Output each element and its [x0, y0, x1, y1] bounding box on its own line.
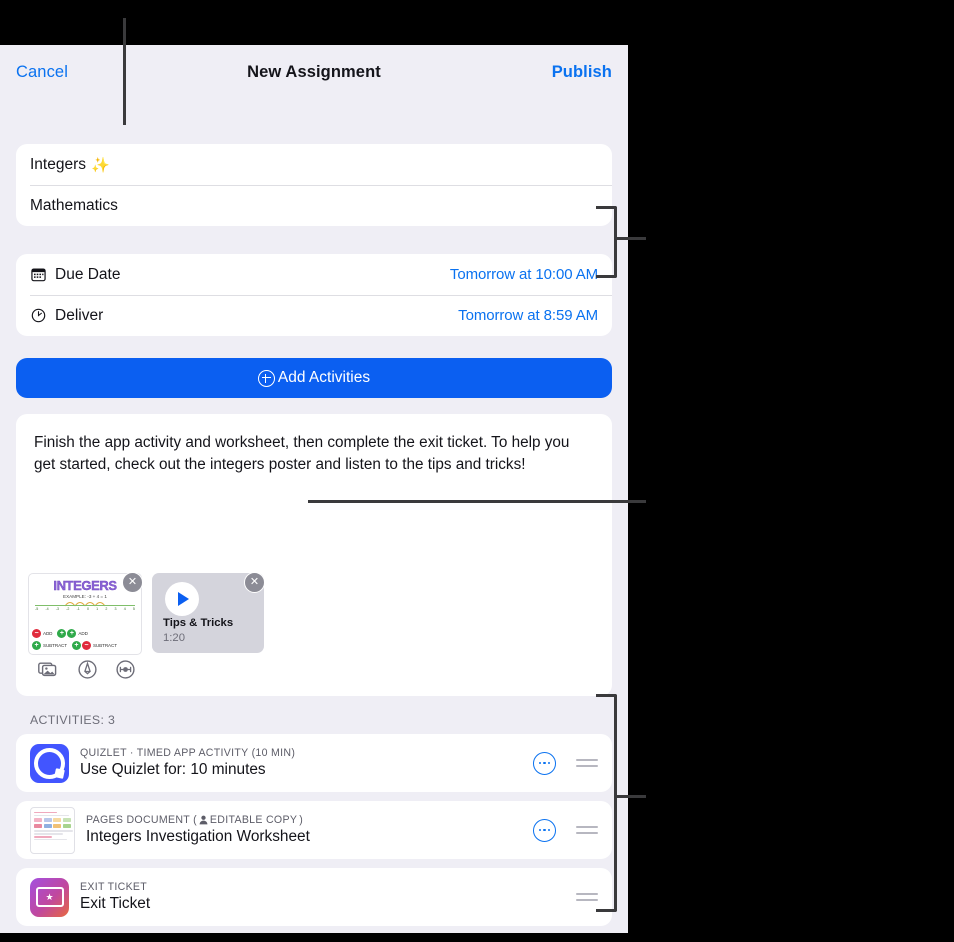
activity-kicker-badge: EDITABLE COPY: [209, 814, 298, 826]
poster-number-line: [35, 605, 135, 607]
legend-label: ADD: [43, 631, 53, 636]
cancel-button[interactable]: Cancel: [16, 63, 68, 82]
positive-chip: +: [32, 641, 41, 650]
activity-row-exit-ticket[interactable]: ★ EXIT TICKET Exit Ticket: [16, 868, 612, 926]
clock-icon: [30, 307, 47, 324]
instructions-text[interactable]: Finish the app activity and worksheet, t…: [16, 414, 612, 476]
activity-title: Exit Ticket: [80, 895, 151, 912]
kicker-paren-open: (: [193, 814, 197, 826]
due-date-label: Due Date: [55, 265, 121, 283]
page-title: New Assignment: [247, 63, 381, 81]
editable-copy-group: ( EDITABLE COPY ): [193, 814, 303, 826]
tick: 0: [86, 607, 89, 611]
activity-kicker: EXIT TICKET: [80, 881, 148, 893]
activity-title: Use Quizlet for: 10 minutes: [80, 761, 266, 778]
activity-drag-handle[interactable]: [576, 889, 598, 905]
sparkles-icon: ✨: [91, 156, 110, 174]
photo-library-icon[interactable]: [38, 660, 59, 684]
exit-ticket-icon: ★: [30, 877, 69, 917]
assignment-title-row[interactable]: Integers ✨: [16, 144, 612, 185]
due-date-row[interactable]: Due Date Tomorrow at 10:00 AM: [16, 254, 612, 295]
due-date-value[interactable]: Tomorrow at 10:00 AM: [450, 266, 598, 283]
publish-button[interactable]: Publish: [552, 63, 612, 82]
activity-more-button[interactable]: [533, 818, 556, 842]
new-assignment-sheet: Cancel New Assignment Publish Integers ✨…: [0, 45, 628, 933]
callout-line-title: [123, 18, 126, 125]
activity-kicker: QUIZLET · TIMED APP ACTIVITY (10 MIN): [80, 747, 296, 759]
attachment-poster[interactable]: INTEGERS EXAMPLE: -3 + 4 = 1 -5 -4 -3 -2…: [28, 572, 143, 655]
legend-label: SUBTRACT: [43, 643, 67, 648]
activity-title: Integers Investigation Worksheet: [86, 828, 310, 845]
navigation-bar: Cancel New Assignment Publish: [0, 45, 628, 100]
positive-chip: +: [71, 641, 81, 650]
positive-chip: +: [67, 629, 77, 638]
negative-chip: −: [32, 629, 41, 638]
callout-bracket-activities: [596, 694, 617, 912]
legend-label: SUBTRACT: [92, 643, 117, 648]
callout-leader-attachments: [308, 500, 646, 503]
negative-chip: −: [81, 641, 91, 650]
play-icon[interactable]: [165, 582, 199, 616]
add-activities-button[interactable]: Add Activities: [16, 358, 612, 398]
activity-kicker: PAGES DOCUMENT ( EDITABLE COPY ): [86, 814, 310, 826]
legend-label: ADD: [78, 631, 88, 636]
instructions-toolbar: [38, 660, 135, 684]
tick: 4: [123, 607, 126, 611]
deliver-row[interactable]: Deliver Tomorrow at 8:59 AM: [16, 295, 612, 336]
positive-chip: +: [57, 629, 67, 638]
quizlet-app-icon: [30, 743, 69, 783]
activity-drag-handle[interactable]: [576, 755, 598, 771]
activity-drag-handle[interactable]: [576, 822, 598, 838]
schedule-card: Due Date Tomorrow at 10:00 AM Deliver To…: [16, 254, 612, 336]
markup-pen-icon[interactable]: [78, 660, 97, 684]
audio-record-icon[interactable]: [116, 660, 135, 684]
callout-bracket-schedule: [596, 206, 617, 278]
deliver-value[interactable]: Tomorrow at 8:59 AM: [458, 307, 598, 324]
tick: 5: [132, 607, 135, 611]
activity-row-pages-document[interactable]: PAGES DOCUMENT ( EDITABLE COPY ) Integer…: [16, 801, 612, 859]
poster-number-line-ticks: -5 -4 -3 -2 -1 0 1 2 3 4 5: [35, 607, 135, 611]
add-activities-label: Add Activities: [277, 369, 371, 386]
audio-duration: 1:20: [163, 632, 185, 644]
assignment-details-card: Integers ✨ Mathematics: [16, 144, 612, 226]
pages-document-icon: [30, 806, 75, 854]
screenshot-root: Cancel New Assignment Publish Integers ✨…: [0, 0, 954, 942]
tick: -3: [55, 607, 59, 611]
activity-more-button[interactable]: [533, 751, 556, 775]
audio-title: Tips & Tricks: [163, 617, 234, 629]
tick: -2: [66, 607, 70, 611]
remove-attachment-icon[interactable]: ✕: [122, 572, 143, 593]
callout-leader-activities: [614, 795, 646, 798]
tick: -5: [35, 607, 39, 611]
instructions-card: Finish the app activity and worksheet, t…: [16, 414, 612, 696]
activities-header: ACTIVITIES: 3: [30, 713, 116, 727]
remove-attachment-icon[interactable]: ✕: [244, 572, 265, 593]
assignment-title-value: Integers: [30, 155, 87, 173]
poster-legend-rows: − ADD + + ADD + SUBTRACT + − SUBTRACT: [32, 629, 138, 650]
poster-legend-row: + SUBTRACT + − SUBTRACT: [32, 641, 138, 650]
calendar-icon: [30, 266, 47, 283]
poster-legend-row: − ADD + + ADD: [32, 629, 138, 638]
activity-kicker-type: PAGES DOCUMENT: [86, 814, 191, 826]
assignment-subject-value: Mathematics: [30, 196, 118, 214]
kicker-paren-close: ): [299, 814, 304, 826]
person-icon: [199, 815, 208, 825]
deliver-label: Deliver: [55, 306, 104, 324]
plus-circle-icon: [257, 369, 275, 387]
tick: -1: [76, 607, 80, 611]
assignment-subject-row[interactable]: Mathematics: [16, 185, 612, 226]
tick: 2: [105, 607, 108, 611]
attachment-audio[interactable]: Tips & Tricks 1:20 ✕: [152, 572, 265, 655]
attachments-strip: INTEGERS EXAMPLE: -3 + 4 = 1 -5 -4 -3 -2…: [28, 572, 265, 655]
tick: 3: [114, 607, 117, 611]
tick: 1: [96, 607, 99, 611]
tick: -4: [45, 607, 49, 611]
activity-row-quizlet[interactable]: QUIZLET · TIMED APP ACTIVITY (10 MIN) Us…: [16, 734, 612, 792]
callout-leader-schedule: [614, 237, 646, 240]
